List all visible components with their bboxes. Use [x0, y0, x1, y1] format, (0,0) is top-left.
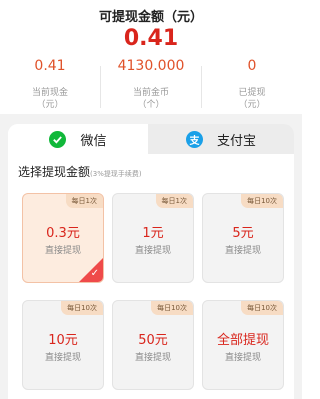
tab-wechat[interactable]: 微信 [8, 124, 148, 154]
fee-note: (3%提现手续费) [90, 170, 142, 178]
option-amount: 50元 [138, 333, 168, 348]
limit-badge: 每日1次 [65, 194, 103, 208]
stat-value: 4130.000 [117, 58, 185, 74]
tab-alipay[interactable]: 支 支付宝 [148, 124, 294, 154]
limit-badge: 每日10次 [241, 194, 283, 208]
option-action: 直接提现 [44, 246, 81, 256]
limit-badge: 每日1次 [155, 194, 193, 208]
stat-label: 当前金币 [132, 88, 169, 98]
alipay-icon: 支 [185, 130, 203, 148]
option-amount: 1元 [142, 226, 164, 241]
option-action: 直接提现 [44, 353, 81, 363]
option-action: 直接提现 [134, 353, 171, 363]
option-amount: 全部提现 [216, 333, 269, 348]
stat-unit: （元） [238, 100, 266, 110]
tab-label: 支付宝 [216, 133, 256, 149]
stat-label: 已提现 [238, 88, 266, 98]
payment-tabs: 微信 支 支付宝 [8, 124, 294, 154]
option-action: 直接提现 [224, 246, 261, 256]
option-card[interactable]: 每日10次 10元 直接提现 [22, 300, 104, 390]
stat-value: 0.41 [34, 58, 66, 74]
option-card[interactable]: 每日10次 50元 直接提现 [112, 300, 194, 390]
checkmark-icon: ✓ [90, 268, 99, 279]
withdrawable-title: 可提现金额（元） [98, 10, 203, 25]
stat-withdrawn: 0 已提现 （元） [202, 58, 302, 111]
withdrawable-amount: 0.41 [123, 26, 179, 51]
stat-unit: （元） [36, 100, 64, 110]
option-card[interactable]: 每日1次 1元 直接提现 [112, 193, 194, 283]
wechat-icon [49, 130, 67, 148]
balance-header: 可提现金额（元） 0.41 0.41 当前现金 （元） 4130.000 当前金… [0, 0, 302, 118]
stat-value: 0 [247, 58, 257, 74]
option-action: 直接提现 [134, 246, 171, 256]
option-amount: 5元 [232, 226, 254, 241]
tab-label: 微信 [80, 133, 107, 149]
option-card[interactable]: 每日10次 全部提现 直接提现 [202, 300, 284, 390]
stat-current-cash: 0.41 当前现金 （元） [0, 58, 100, 111]
option-card[interactable]: 每日10次 5元 直接提现 [202, 193, 284, 283]
option-action: 直接提现 [224, 353, 261, 363]
stat-label: 当前现金 [31, 88, 68, 98]
section-header: 选择提现金额(3%提现手续费) [18, 163, 142, 180]
option-amount: 10元 [48, 333, 78, 348]
limit-badge: 每日10次 [241, 301, 283, 315]
stat-current-coins: 4130.000 当前金币 （个） [101, 58, 201, 111]
option-card[interactable]: 每日1次 0.3元 直接提现 ✓ [22, 193, 104, 283]
stat-unit: （个） [137, 100, 165, 110]
section-title: 选择提现金额 [18, 165, 91, 179]
limit-badge: 每日10次 [61, 301, 103, 315]
option-amount: 0.3元 [46, 226, 80, 241]
limit-badge: 每日10次 [151, 301, 193, 315]
